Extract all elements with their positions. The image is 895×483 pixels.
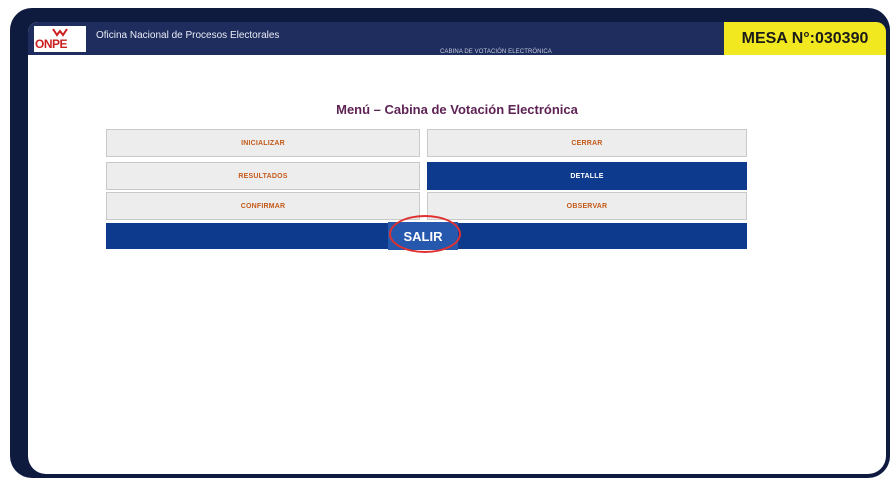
org-name: Oficina Nacional de Procesos Electorales [96, 30, 280, 41]
mesa-number-badge: MESA N°:030390 [724, 22, 886, 55]
resultados-button[interactable]: RESULTADOS [106, 162, 420, 190]
cabina-subtitle: CABINA DE VOTACIÓN ELECTRÓNICA [440, 49, 552, 55]
observar-button[interactable]: OBSERVAR [427, 192, 747, 220]
inicializar-button[interactable]: INICIALIZAR [106, 129, 420, 157]
logo-text: ONPE [35, 37, 68, 51]
detalle-button[interactable]: DETALLE [427, 162, 747, 190]
logo-mark-icon [52, 28, 68, 37]
salir-button[interactable]: SALIR [106, 215, 747, 253]
page-title: Menú – Cabina de Votación Electrónica [336, 102, 578, 117]
highlight-circle [389, 215, 461, 253]
top-bar: ONPE Oficina Nacional de Procesos Electo… [28, 22, 886, 55]
screen: ONPE Oficina Nacional de Procesos Electo… [28, 22, 886, 474]
cerrar-button[interactable]: CERRAR [427, 129, 747, 157]
device-frame: ONPE Oficina Nacional de Procesos Electo… [10, 8, 890, 478]
onpe-logo: ONPE [34, 26, 86, 52]
confirmar-button[interactable]: CONFIRMAR [106, 192, 420, 220]
